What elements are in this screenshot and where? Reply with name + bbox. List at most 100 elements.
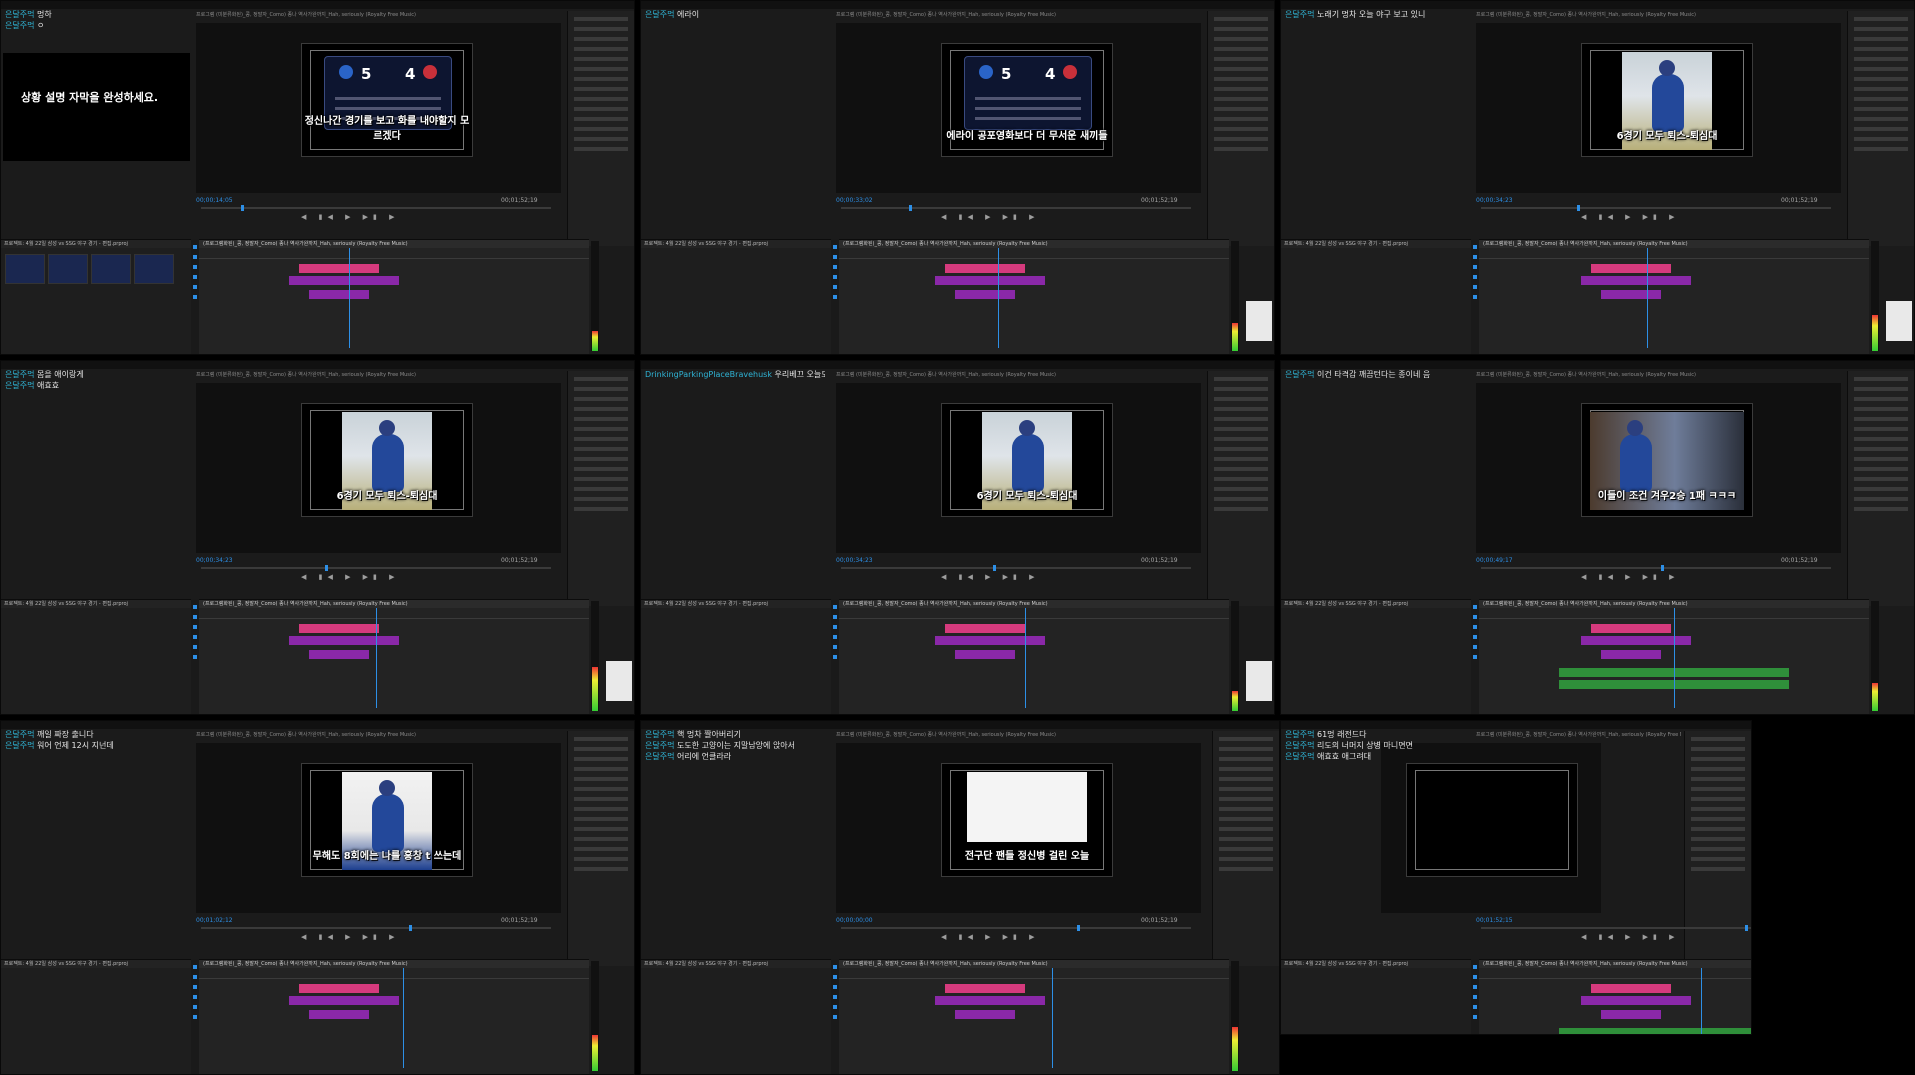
timeline-track[interactable]: [909, 290, 1209, 299]
timeline-track[interactable]: [1549, 276, 1849, 285]
timeline-track[interactable]: [909, 680, 1209, 689]
timeline-clip[interactable]: [1581, 996, 1691, 1005]
time-ruler[interactable]: [1479, 972, 1751, 979]
timeline-clip[interactable]: [1601, 650, 1661, 659]
tools-panel[interactable]: [831, 599, 839, 714]
menu-bar[interactable]: [1281, 721, 1751, 729]
timeline-panel[interactable]: (프로그램화된)_콩, 정말자_Como) 종나 역사가완까지_Hah, ser…: [199, 959, 589, 1074]
effect-controls-panel[interactable]: [567, 11, 634, 246]
timeline-playhead[interactable]: [349, 248, 350, 348]
timeline-track[interactable]: [269, 984, 569, 993]
menu-bar[interactable]: [1, 361, 634, 369]
tools-panel[interactable]: [191, 599, 199, 714]
timeline-playhead[interactable]: [376, 608, 377, 708]
tool-icon[interactable]: [833, 255, 837, 259]
project-panel[interactable]: 프로젝트: 4월 22일 삼성 vs SSG 야구 경기 - 편집.prproj: [641, 239, 831, 354]
tool-icon[interactable]: [833, 965, 837, 969]
timeline-track[interactable]: [269, 264, 569, 273]
timeline-track[interactable]: [909, 1040, 1209, 1049]
tool-icon[interactable]: [833, 625, 837, 629]
timeline-clip[interactable]: [935, 996, 1045, 1005]
sequence-tab[interactable]: (프로그램화된)_콩, 정말자_Como) 종나 역사가완까지_Hah, ser…: [839, 600, 1229, 608]
timeline-track[interactable]: [1549, 636, 1849, 645]
tool-icon[interactable]: [833, 245, 837, 249]
program-monitor-tab[interactable]: 프로그램 (미분류화된)_콩, 정말자_Como) 종나 역사가완까지_Hah,…: [196, 371, 564, 379]
timeline-track[interactable]: [909, 624, 1209, 633]
transport-controls[interactable]: ◀ ▮◀ ▶ ▶▮ ▶: [1581, 933, 1680, 941]
tool-icon[interactable]: [193, 255, 197, 259]
timeline-panel[interactable]: (프로그램화된)_콩, 정말자_Como) 종나 역사가완까지_Hah, ser…: [839, 599, 1229, 714]
menu-bar[interactable]: [641, 1, 1274, 9]
monitor-scrub-bar[interactable]: [1481, 565, 1831, 571]
timeline-track[interactable]: [909, 984, 1209, 993]
timeline-track[interactable]: [1549, 650, 1849, 659]
tool-icon[interactable]: [833, 295, 837, 299]
time-ruler[interactable]: [1479, 252, 1869, 259]
timeline-clip[interactable]: [309, 290, 369, 299]
playhead-timecode[interactable]: 00;00;34;23: [836, 557, 873, 564]
timeline-track[interactable]: [909, 650, 1209, 659]
monitor-scrub-bar[interactable]: [1481, 205, 1831, 211]
timeline-playhead[interactable]: [1025, 608, 1026, 708]
tool-icon[interactable]: [193, 995, 197, 999]
effect-controls-panel[interactable]: [1212, 731, 1279, 966]
tool-icon[interactable]: [193, 285, 197, 289]
timeline-clip[interactable]: [1601, 290, 1661, 299]
tool-icon[interactable]: [193, 645, 197, 649]
project-panel[interactable]: 프로젝트: 4월 22일 삼성 vs SSG 야구 경기 - 편집.prproj: [1281, 959, 1471, 1034]
program-monitor-tab[interactable]: 프로그램 (미분류화된)_콩, 정말자_Como) 종나 역사가완까지_Hah,…: [1476, 371, 1844, 379]
timeline-clip[interactable]: [1601, 1010, 1661, 1019]
tool-icon[interactable]: [193, 1005, 197, 1009]
effect-controls-panel[interactable]: [1207, 11, 1274, 246]
tool-icon[interactable]: [1473, 285, 1477, 289]
monitor-scrub-bar[interactable]: [841, 565, 1191, 571]
playhead-timecode[interactable]: 00;00;34;23: [196, 557, 233, 564]
timeline-panel[interactable]: (프로그램화된)_콩, 정말자_Como) 종나 역사가완까지_Hah, ser…: [839, 239, 1229, 354]
program-monitor-tab[interactable]: 프로그램 (미분류화된)_콩, 정말자_Como) 종나 역사가완까지_Hah,…: [196, 11, 564, 19]
tool-icon[interactable]: [193, 245, 197, 249]
tools-panel[interactable]: [191, 239, 199, 354]
timeline-clip[interactable]: [935, 636, 1045, 645]
transport-controls[interactable]: ◀ ▮◀ ▶ ▶▮ ▶: [1581, 213, 1680, 221]
tool-icon[interactable]: [1473, 625, 1477, 629]
timeline-track[interactable]: [269, 276, 569, 285]
monitor-scrub-bar[interactable]: [201, 925, 551, 931]
timeline-clip[interactable]: [289, 636, 399, 645]
audio-clip[interactable]: [1559, 1028, 1751, 1034]
project-panel[interactable]: 프로젝트: 4월 22일 삼성 vs SSG 야구 경기 - 편집.prproj: [641, 959, 831, 1074]
timeline-clip[interactable]: [299, 984, 379, 993]
tool-icon[interactable]: [1473, 635, 1477, 639]
tool-icon[interactable]: [193, 605, 197, 609]
media-thumbnail[interactable]: [5, 254, 45, 284]
playhead-timecode[interactable]: 00;01;02;12: [196, 917, 233, 924]
time-ruler[interactable]: [839, 252, 1229, 259]
timeline-track[interactable]: [269, 320, 569, 329]
tool-icon[interactable]: [833, 1015, 837, 1019]
timeline-track[interactable]: [269, 636, 569, 645]
tool-icon[interactable]: [193, 965, 197, 969]
tool-icon[interactable]: [193, 265, 197, 269]
tool-icon[interactable]: [833, 995, 837, 999]
monitor-scrub-bar[interactable]: [841, 925, 1191, 931]
effect-controls-panel[interactable]: [567, 731, 634, 966]
tool-icon[interactable]: [1473, 245, 1477, 249]
timeline-clip[interactable]: [945, 984, 1025, 993]
timeline-clip[interactable]: [955, 650, 1015, 659]
tool-icon[interactable]: [833, 645, 837, 649]
sequence-tab[interactable]: (프로그램화된)_콩, 정말자_Como) 종나 역사가완까지_Hah, ser…: [1479, 240, 1869, 248]
transport-controls[interactable]: ◀ ▮◀ ▶ ▶▮ ▶: [301, 933, 400, 941]
timeline-clip[interactable]: [955, 1010, 1015, 1019]
transport-controls[interactable]: ◀ ▮◀ ▶ ▶▮ ▶: [941, 213, 1040, 221]
project-panel[interactable]: 프로젝트: 4월 22일 삼성 vs SSG 야구 경기 - 편집.prproj: [1, 959, 191, 1074]
tool-icon[interactable]: [193, 295, 197, 299]
sequence-tab[interactable]: (프로그램화된)_콩, 정말자_Como) 종나 역사가완까지_Hah, ser…: [199, 960, 589, 968]
timeline-panel[interactable]: (프로그램화된)_콩, 정말자_Como) 종나 역사가완까지_Hah, ser…: [1479, 599, 1869, 714]
sequence-tab[interactable]: (프로그램화된)_콩, 정말자_Como) 종나 역사가완까지_Hah, ser…: [839, 960, 1229, 968]
tool-icon[interactable]: [833, 265, 837, 269]
effect-controls-panel[interactable]: [1684, 731, 1751, 966]
timeline-clip[interactable]: [299, 264, 379, 273]
timeline-panel[interactable]: (프로그램화된)_콩, 정말자_Como) 종나 역사가완까지_Hah, ser…: [199, 599, 589, 714]
timeline-clip[interactable]: [1581, 276, 1691, 285]
transport-controls[interactable]: ◀ ▮◀ ▶ ▶▮ ▶: [301, 213, 400, 221]
monitor-scrub-bar[interactable]: [201, 565, 551, 571]
